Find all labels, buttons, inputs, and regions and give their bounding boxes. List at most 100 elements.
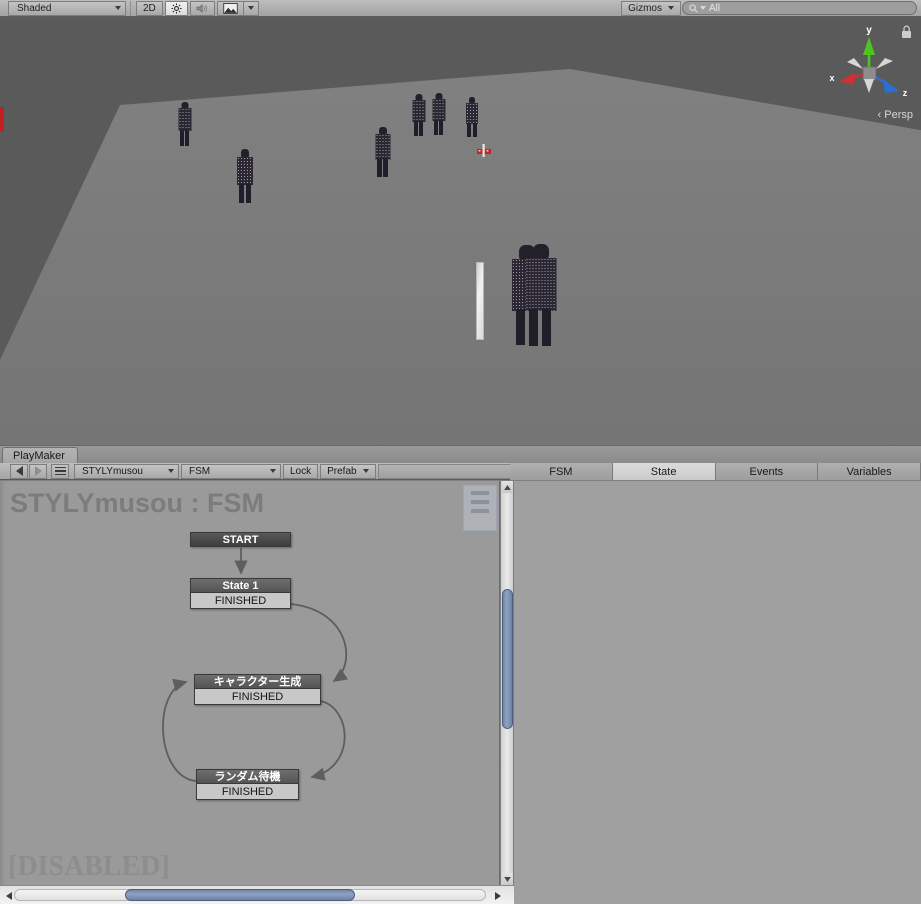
- scene-effects-dropdown[interactable]: [242, 0, 259, 16]
- character-model[interactable]: [375, 127, 390, 177]
- sun-icon: [171, 2, 182, 14]
- scene-viewport[interactable]: y x z ‹ Persp: [0, 17, 921, 445]
- character-leg: [377, 159, 382, 177]
- fsm-selector-label: FSM: [189, 465, 211, 477]
- navigate-back-button[interactable]: [10, 463, 28, 479]
- character-torso: [412, 100, 425, 122]
- fsm-node-title: ランダム待機: [196, 769, 299, 784]
- character-model[interactable]: [525, 244, 556, 346]
- triangle-right-icon: [494, 891, 501, 900]
- arrow-right-icon: [34, 466, 42, 476]
- chevron-down-icon: [668, 6, 674, 10]
- fsm-node-title: State 1: [190, 578, 291, 593]
- scroll-right-button[interactable]: [492, 890, 503, 901]
- speaker-icon: [196, 3, 207, 13]
- character-leg: [529, 309, 538, 346]
- tab-fsm-label: FSM: [549, 465, 573, 478]
- fsm-selector[interactable]: FSM: [181, 463, 281, 479]
- inspector-bottom-fill: [514, 885, 921, 904]
- tab-variables-label: Variables: [846, 465, 892, 478]
- scene-search-input[interactable]: All: [682, 1, 917, 15]
- shading-mode-label: Shaded: [17, 2, 52, 14]
- gameobject-label: STYLYmusou: [82, 465, 143, 477]
- fsm-node-start[interactable]: START: [190, 532, 291, 547]
- scene-view-toolbar: Shaded 2D Gizmos All: [0, 0, 921, 17]
- lock-button[interactable]: Lock: [283, 463, 319, 479]
- fsm-node-event[interactable]: FINISHED: [194, 689, 321, 705]
- scene-lighting-toggle[interactable]: [164, 0, 188, 16]
- chevron-down-icon: [700, 6, 706, 10]
- graph-vertical-scrollbar[interactable]: [500, 481, 514, 885]
- character-leg: [434, 120, 438, 135]
- transition-chargen-to-randomwait: [310, 700, 346, 781]
- chevron-down-icon: [115, 6, 121, 10]
- scene-audio-toggle[interactable]: [189, 0, 215, 16]
- vertical-scroll-thumb[interactable]: [502, 589, 513, 729]
- gizmo-axis-y-label: y: [866, 25, 872, 36]
- character-model[interactable]: [237, 149, 253, 203]
- scene-effects-toggle[interactable]: [216, 0, 244, 16]
- graph-horizontal-scrollbar[interactable]: [0, 885, 514, 904]
- character-model[interactable]: [412, 94, 425, 136]
- playmaker-state-inspector-pane[interactable]: [514, 481, 921, 904]
- playmaker-section-tabs: FSM State Events Variables: [510, 463, 921, 480]
- shading-mode-dropdown[interactable]: Shaded: [8, 0, 126, 16]
- fsm-node-event[interactable]: FINISHED: [196, 784, 299, 800]
- toggle-2d-label: 2D: [143, 2, 156, 14]
- character-leg: [185, 130, 189, 146]
- scroll-left-button[interactable]: [3, 890, 14, 901]
- fsm-node-state1[interactable]: State 1 FINISHED: [190, 578, 291, 609]
- fsm-node-title: キャラクター生成: [194, 674, 321, 689]
- character-leg: [516, 309, 525, 345]
- character-torso: [237, 157, 253, 185]
- projection-mode-label[interactable]: ‹ Persp: [878, 109, 913, 121]
- fsm-node-title: START: [190, 532, 291, 547]
- lock-icon: [902, 25, 911, 38]
- gizmos-label: Gizmos: [628, 2, 662, 14]
- fsm-node-randomWait[interactable]: ランダム待機 FINISHED: [196, 769, 299, 800]
- tab-state[interactable]: State: [612, 463, 716, 480]
- character-leg: [439, 120, 443, 135]
- disabled-watermark: [DISABLED]: [8, 851, 170, 882]
- hamburger-icon: [54, 466, 66, 476]
- horizontal-scroll-thumb[interactable]: [125, 889, 355, 901]
- tab-playmaker-label: PlayMaker: [13, 450, 65, 462]
- projection-mode-text: Persp: [884, 109, 913, 121]
- minimap-panel[interactable]: [463, 485, 497, 531]
- character-torso: [525, 258, 556, 311]
- tab-variables[interactable]: Variables: [818, 463, 921, 480]
- prefab-dropdown[interactable]: Prefab: [320, 463, 376, 479]
- character-model[interactable]: [432, 93, 445, 135]
- transition-state1-to-chargen: [290, 603, 349, 683]
- fsm-node-event[interactable]: FINISHED: [190, 593, 291, 609]
- tab-fsm[interactable]: FSM: [510, 463, 613, 480]
- prefab-label: Prefab: [327, 465, 357, 477]
- gameobject-selector[interactable]: STYLYmusou: [74, 463, 179, 479]
- character-leg: [414, 121, 418, 136]
- scroll-up-button[interactable]: [502, 481, 513, 493]
- gizmo-axis-x-label: x: [829, 73, 834, 83]
- character-leg: [419, 121, 423, 136]
- character-leg: [180, 130, 184, 146]
- tab-events[interactable]: Events: [715, 463, 819, 480]
- arrow-left-icon: [15, 466, 23, 476]
- image-icon: [223, 2, 238, 14]
- transition-randomwait-to-chargen: [162, 678, 197, 782]
- search-icon: [689, 3, 698, 13]
- gizmo-axis-z-label: z: [903, 88, 908, 98]
- playmaker-menu-button[interactable]: [51, 463, 69, 479]
- unity-editor-window: Shaded 2D Gizmos All y x z ‹ Persp PlayM…: [0, 0, 921, 904]
- playmaker-window-tabbar: PlayMaker: [0, 445, 921, 464]
- fsm-graph-canvas[interactable]: STYLYmusou : FSM START State 1 FINISHED キャラ…: [0, 481, 500, 885]
- toggle-2d-button[interactable]: 2D: [136, 0, 163, 16]
- character-torso: [375, 134, 390, 160]
- character-torso: [432, 99, 445, 121]
- character-model[interactable]: [466, 97, 478, 137]
- navigate-forward-button[interactable]: [29, 463, 47, 479]
- fsm-node-charGen[interactable]: キャラクター生成 FINISHED: [194, 674, 321, 705]
- triangle-left-icon: [5, 891, 12, 900]
- tab-playmaker[interactable]: PlayMaker: [2, 447, 78, 464]
- character-model[interactable]: [178, 102, 191, 146]
- scroll-down-button[interactable]: [502, 873, 513, 885]
- gizmos-dropdown-button[interactable]: Gizmos: [621, 0, 681, 16]
